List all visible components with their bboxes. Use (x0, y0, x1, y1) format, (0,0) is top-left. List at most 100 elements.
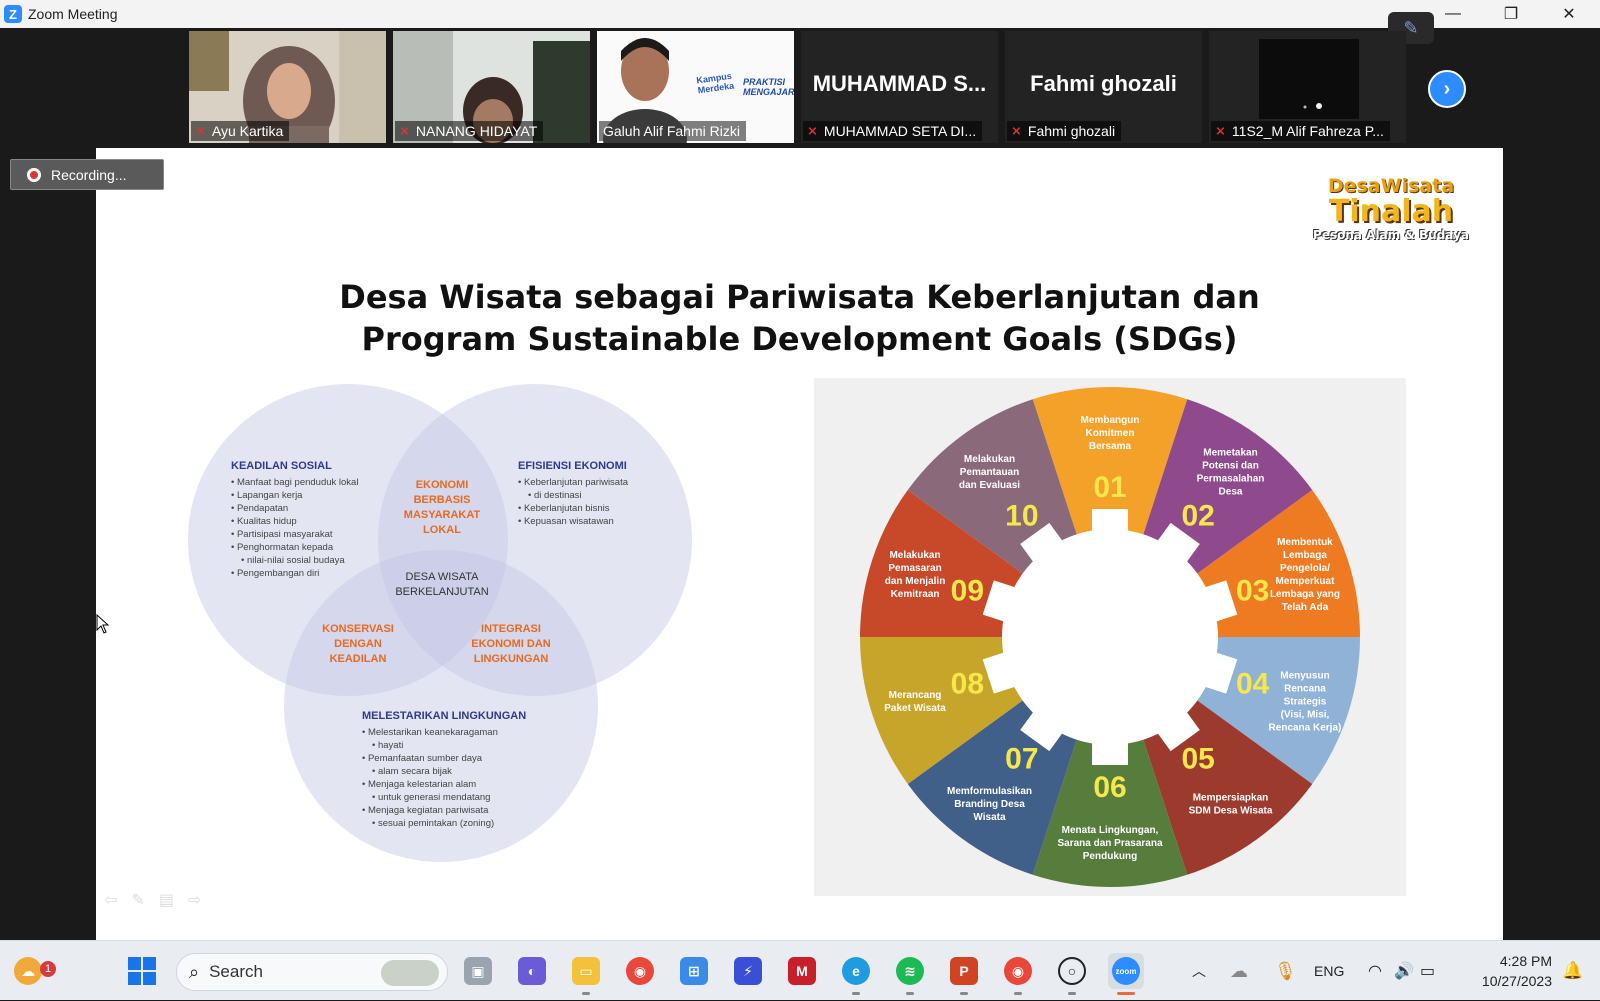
logo-line3: Pesona Alam & Budaya (1313, 228, 1469, 242)
participant-gallery: ✎ ⨯ Ayu Kartika ⨯ NANANG HIDAYAT Kampus … (0, 12, 1600, 146)
wheel-step-number: 10 (1005, 500, 1038, 533)
list-item: Kepuasan wisatawan (518, 515, 628, 528)
taskbar-search-box[interactable]: ⌕ Search (176, 953, 448, 991)
overlap-line: LINGKUNGAN (473, 653, 549, 665)
prev-slide-arrow-icon[interactable]: ⇦ (104, 890, 117, 910)
venn-overlap-social-environment: KONSERVASI DENGAN KEADILAN (308, 622, 408, 667)
participant-tile-active-speaker[interactable]: Kampus Merdeka PRAKTISI MENGAJAR Galuh Ali… (597, 31, 794, 143)
close-button[interactable]: ✕ (1540, 0, 1598, 28)
center-line: BERKELANJUTAN (395, 586, 489, 598)
spotify-icon[interactable]: ≋ (892, 953, 928, 995)
overlap-line: INTEGRASI (481, 623, 541, 635)
list-item: Manfaat bagi penduduk lokal (231, 476, 358, 489)
venn-social-block: KEADILAN SOSIAL Manfaat bagi penduduk lo… (231, 460, 358, 580)
muted-mic-icon: ⨯ (1215, 123, 1226, 138)
pen-icon[interactable]: ✎ (131, 890, 144, 910)
next-slide-arrow-icon[interactable]: ⇨ (188, 890, 201, 910)
search-icon: ⌕ (189, 961, 200, 982)
wheel-step-number: 02 (1181, 500, 1214, 533)
center-line: DESA WISATA (405, 571, 479, 583)
venn-economy-heading: EFISIENSI EKONOMI (518, 460, 627, 472)
powerautomate-icon[interactable]: ⚡ (730, 953, 766, 989)
list-item: untuk generasi mendatang (362, 791, 526, 804)
venn-environment-block: MELESTARIKAN LINGKUNGAN Melestarikan kea… (362, 710, 526, 830)
overlap-line: EKONOMI (415, 479, 469, 491)
praktisi-mengajar-badge: PRAKTISI MENGAJAR (743, 77, 794, 97)
mcafee-icon[interactable]: M (784, 953, 820, 989)
battery-icon[interactable]: ▭ (1420, 941, 1435, 1001)
running-indicator (1117, 992, 1135, 995)
slides-menu-icon[interactable]: ▤ (159, 890, 174, 910)
running-indicator (1068, 992, 1076, 995)
volume-icon[interactable]: 🔊 (1394, 941, 1414, 1001)
powerpoint-icon[interactable]: P (946, 953, 982, 995)
wheel-step-number: 08 (951, 667, 984, 700)
language-indicator[interactable]: ENG (1314, 941, 1344, 1001)
widgets-icon[interactable]: ☁ 1 (10, 953, 56, 989)
recording-label: Recording... (51, 166, 127, 183)
sustainability-venn-diagram: KEADILAN SOSIAL Manfaat bagi penduduk lo… (96, 378, 816, 938)
participant-name: ⨯ Ayu Kartika (191, 121, 290, 141)
maximize-button[interactable]: ❐ (1482, 0, 1540, 28)
list-item: alam secara bijak (362, 765, 526, 778)
wifi-icon[interactable]: ◠ (1368, 941, 1382, 1001)
running-indicator (852, 992, 860, 995)
muted-mic-icon: ⨯ (1011, 123, 1022, 138)
clock-time: 4:28 PM (1499, 953, 1552, 969)
task-view-icon[interactable]: ▣ (460, 953, 496, 989)
venn-environment-heading: MELESTARIKAN LINGKUNGAN (362, 710, 527, 722)
participant-tile[interactable]: ⨯ Ayu Kartika (189, 31, 386, 143)
chrome-icon[interactable]: ◉ (622, 953, 658, 989)
overlap-line: LOKAL (423, 524, 461, 536)
venn-social-list: Manfaat bagi penduduk lokal Lapangan ker… (231, 476, 358, 580)
list-item: Lapangan kerja (231, 489, 358, 502)
venn-overlap-economy-environment: INTEGRASI EKONOMI DAN LINGKUNGAN (456, 622, 566, 667)
sdg-steps-wheel: 01 Membangun Komitmen Bersama 02 Memetakan Pot… (814, 378, 1406, 896)
participant-tile[interactable]: ⨯ NANANG HIDAYAT (393, 31, 590, 143)
obs-icon[interactable]: ○ (1054, 953, 1090, 995)
shared-screen-slide: DesaWisata Tinalah Pesona Alam & Budaya … (96, 148, 1503, 940)
next-page-chevron-icon[interactable]: › (1428, 70, 1466, 108)
windows-start-icon[interactable] (124, 953, 160, 989)
edge-icon[interactable]: e (838, 953, 874, 995)
muted-mic-icon: ⨯ (807, 123, 818, 138)
microphone-in-use-icon[interactable]: 🎙 (1274, 941, 1297, 1001)
list-item: Menjaga kegiatan pariwisata (362, 804, 526, 817)
venn-center-label: DESA WISATA BERKELANJUTAN (380, 570, 504, 600)
microsoft-store-icon[interactable]: ⊞ (676, 953, 712, 989)
slide-title: Desa Wisata sebagai Pariwisata Keberlanj… (96, 276, 1503, 360)
chrome-profile-icon[interactable]: ◉ (1000, 953, 1036, 995)
running-indicator (960, 992, 968, 995)
onedrive-icon[interactable]: ☁ (1230, 941, 1248, 1001)
running-indicator (1014, 992, 1022, 995)
recording-indicator[interactable]: Recording... (10, 159, 164, 190)
participant-tile[interactable]: ⨯ 11S2_M Alif Fahreza P... (1209, 31, 1406, 143)
participant-tile[interactable]: MUHAMMAD S... ⨯ MUHAMMAD SETA DI... (801, 31, 998, 143)
zoom-logo-icon: Z (4, 5, 22, 23)
wheel-step-number: 09 (951, 575, 984, 608)
zoom-icon[interactable]: zoom (1108, 953, 1144, 995)
list-item: Kualitas hidup (231, 515, 358, 528)
window-title: Zoom Meeting (28, 6, 118, 22)
taskbar-clock[interactable]: 4:28 PM 10/27/2023 (1466, 951, 1552, 991)
participant-name: ⨯ MUHAMMAD SETA DI... (803, 121, 983, 141)
record-icon (27, 167, 41, 182)
file-explorer-icon[interactable]: ▭ (568, 953, 604, 995)
list-item: Keberlanjutan bisnis (518, 502, 628, 515)
participant-name: ⨯ Fahmi ghozali (1007, 121, 1122, 141)
wheel-step-label: Melakukan Pemantauan dan Evaluasi (959, 454, 1020, 491)
teams-chat-icon[interactable]: ◐ (514, 953, 550, 989)
venn-economy-block: EFISIENSI EKONOMI Keberlanjutan pariwisa… (518, 460, 628, 528)
wheel-step-number: 06 (1093, 771, 1126, 804)
participant-name: ⨯ 11S2_M Alif Fahreza P... (1211, 121, 1390, 141)
overlap-line: KONSERVASI (322, 623, 394, 635)
wheel-step-number: 07 (1005, 742, 1038, 775)
notification-bell-icon[interactable]: 🔔 (1562, 941, 1583, 1001)
list-item: Penghormatan kepada (231, 541, 358, 554)
participant-tile[interactable]: Fahmi ghozali ⨯ Fahmi ghozali (1005, 31, 1202, 143)
participant-initial-name: MUHAMMAD S... (812, 71, 987, 96)
overlap-line: EKONOMI DAN (471, 638, 551, 650)
show-hidden-icons-chevron-icon[interactable]: ︿ (1192, 941, 1206, 1001)
list-item: Melestarikan keanekaragaman (362, 726, 526, 739)
overlap-line: BERBASIS (413, 494, 471, 506)
